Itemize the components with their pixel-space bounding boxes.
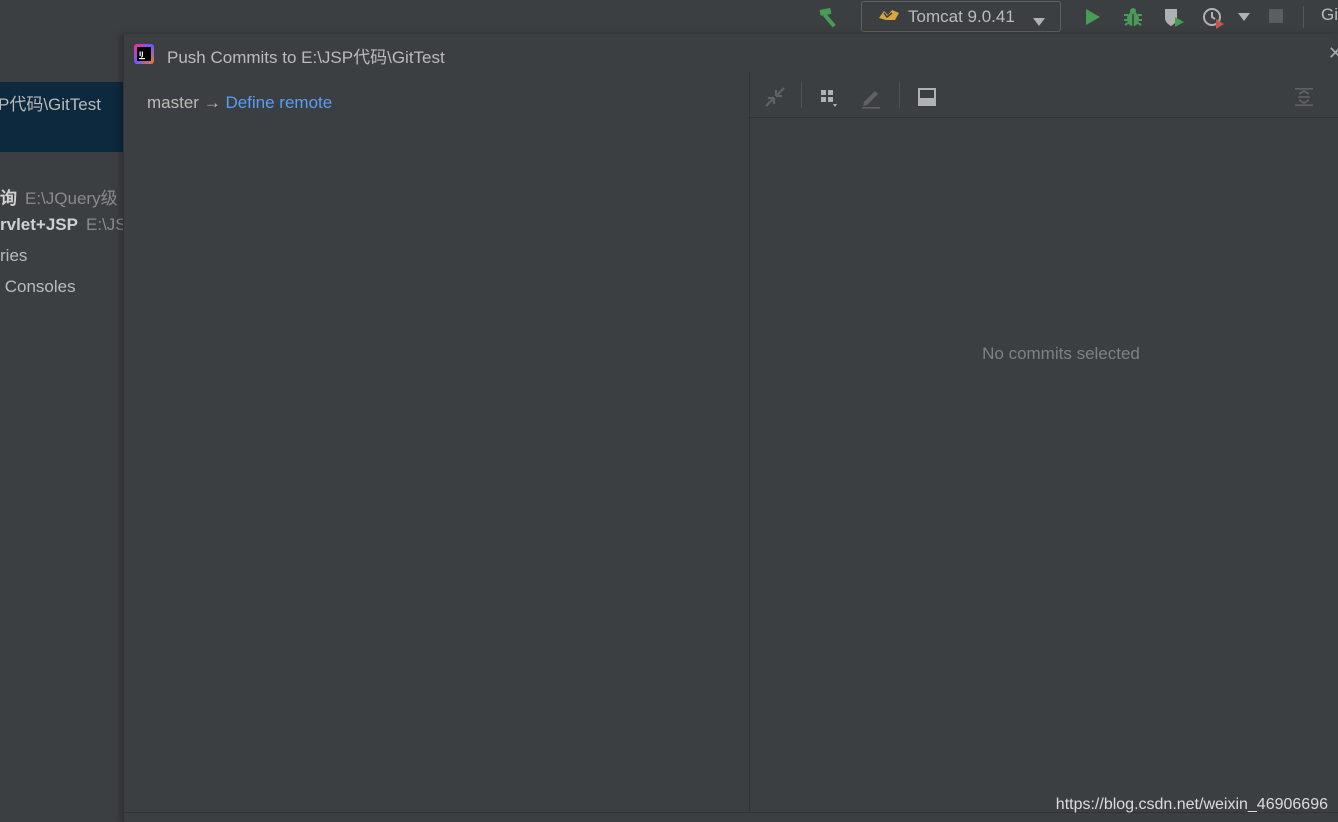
svg-text:IJ: IJ <box>139 51 143 58</box>
project-pane-header <box>0 38 123 82</box>
toolbar-separator <box>801 82 802 108</box>
close-icon[interactable]: ✕ <box>1328 43 1338 64</box>
dialog-title-bar[interactable]: IJ Push Commits to E:\JSP代码\GitTest ✕ <box>124 34 1338 74</box>
intellij-icon: IJ <box>134 44 154 68</box>
push-commits-dialog: IJ Push Commits to E:\JSP代码\GitTest ✕ ma… <box>123 34 1338 822</box>
push-branches-panel: master → Define remote <box>124 74 750 812</box>
details-toolbar <box>750 74 1338 118</box>
empty-state-message: No commits selected <box>982 344 1140 363</box>
edit-icon[interactable] <box>858 84 884 110</box>
coverage-icon[interactable] <box>1161 5 1187 31</box>
tree-item-path: E:\JQuery级 <box>25 189 118 208</box>
tomcat-icon <box>878 7 900 27</box>
group-by-icon[interactable] <box>816 84 842 110</box>
define-remote-link[interactable]: Define remote <box>225 93 332 112</box>
project-tree-item[interactable]: 询 E:\JQuery级 <box>0 184 123 209</box>
run-icon[interactable] <box>1080 5 1104 29</box>
toolbar-separator <box>1303 6 1304 28</box>
stop-icon[interactable] <box>1266 6 1286 26</box>
commit-details-panel: No commits selected <box>750 74 1338 812</box>
main-toolbar: Tomcat 9.0.41 Gi <box>0 0 1338 34</box>
project-tree-item[interactable]: ries <box>0 246 123 266</box>
branch-name: master <box>147 93 199 112</box>
profile-icon[interactable] <box>1201 5 1227 31</box>
project-tree-item[interactable]: Consoles <box>0 277 123 297</box>
watermark: https://blog.csdn.net/weixin_46906696 <box>1055 796 1328 813</box>
tree-item-name: Consoles <box>0 277 76 296</box>
debug-icon[interactable] <box>1121 5 1145 29</box>
hammer-icon[interactable] <box>816 4 842 30</box>
expand-all-icon[interactable] <box>1291 84 1317 110</box>
project-tree-item[interactable]: rvlet+JSP E:\JS <box>0 215 123 235</box>
tree-item-path: E:\JS <box>85 215 123 234</box>
project-tool-window: P代码\GitTest 询 E:\JQuery级 rvlet+JSP E:\JS r… <box>0 38 123 822</box>
chevron-down-icon <box>1032 12 1046 31</box>
arrow-icon: → <box>203 93 221 112</box>
vcs-label[interactable]: Gi <box>1321 5 1338 25</box>
tree-item-name: ries <box>0 246 28 265</box>
project-tree-selected-item[interactable]: P代码\GitTest <box>0 82 123 152</box>
toolbar-separator <box>899 82 900 108</box>
chevron-down-icon[interactable] <box>1236 9 1252 25</box>
tree-item-name: 询 <box>0 189 17 208</box>
run-configuration-label: Tomcat 9.0.41 <box>908 6 1015 26</box>
run-configuration-dropdown[interactable]: Tomcat 9.0.41 <box>861 1 1061 32</box>
project-tree-selected-label: P代码\GitTest <box>0 95 101 114</box>
branch-push-row[interactable]: master → Define remote <box>147 93 332 113</box>
preview-icon[interactable] <box>914 84 940 110</box>
tree-item-name: rvlet+JSP <box>0 215 78 234</box>
ide-window: Tomcat 9.0.41 Gi P代码\GitTest 询 E:\JQuery… <box>0 0 1338 822</box>
dialog-title: Push Commits to E:\JSP代码\GitTest <box>167 48 445 67</box>
collapse-icon[interactable] <box>762 84 788 110</box>
